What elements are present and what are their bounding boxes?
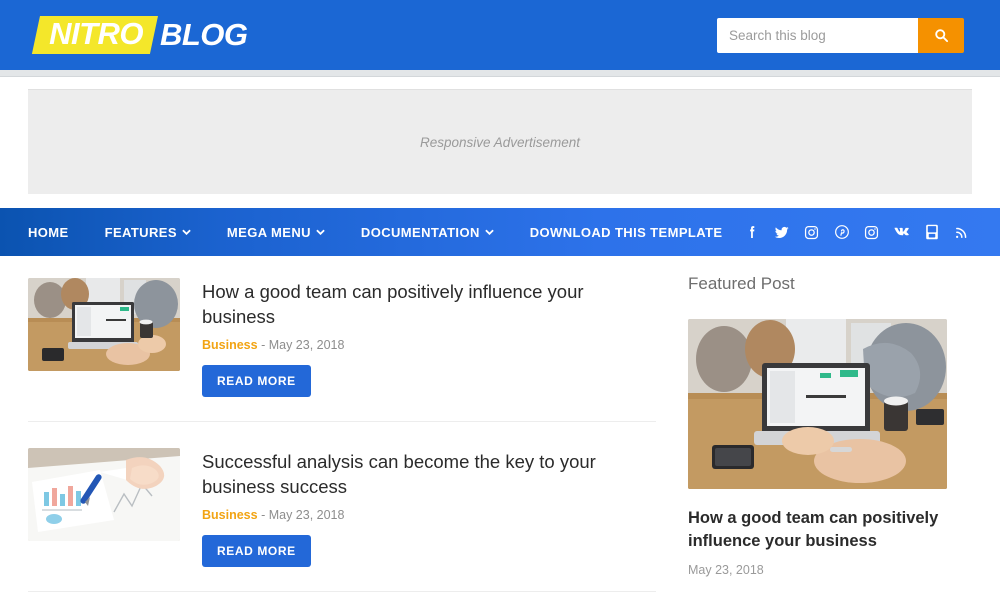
logo-primary-text: NITRO [49, 16, 144, 52]
nav-item-features[interactable]: FEATURES [87, 208, 209, 256]
nav-item-download-this-template[interactable]: DOWNLOAD THIS TEMPLATE [512, 208, 741, 256]
post-list-item: How a good team can positively influence… [28, 256, 656, 422]
vk-icon[interactable] [893, 224, 910, 241]
nav-item-documentation[interactable]: DOCUMENTATION [343, 208, 512, 256]
post-date-separator: - [257, 337, 269, 352]
logo-secondary-text: BLOG [159, 16, 248, 52]
featured-post-date: May 23, 2018 [688, 563, 764, 578]
post-date-separator: - [257, 507, 269, 522]
post-body: Successful analysis can become the key t… [202, 448, 656, 567]
search-button[interactable] [918, 17, 964, 53]
featured-post-thumbnail[interactable] [688, 319, 947, 489]
read-more-button[interactable]: READ MORE [202, 364, 311, 397]
office-laptop-photo [28, 278, 180, 371]
chevron-down-icon [182, 228, 191, 238]
instagram-icon[interactable] [803, 224, 820, 241]
main-navigation: HOME FEATURES MEGA MENU DOCUMENTATION DO… [0, 208, 1000, 256]
nav-item-home[interactable]: HOME [0, 208, 87, 256]
advertisement-placeholder: Responsive Advertisement [28, 89, 972, 194]
instagram-icon[interactable] [863, 224, 880, 241]
header-divider [0, 70, 1000, 77]
post-category[interactable]: Business [202, 508, 258, 522]
post-list: How a good team can positively influence… [28, 256, 656, 592]
nav-item-label: MEGA MENU [226, 224, 311, 240]
search-icon [934, 28, 949, 43]
advertisement-region: Responsive Advertisement [0, 77, 1000, 208]
site-logo[interactable]: NITRO BLOG [32, 16, 248, 54]
social-links [743, 208, 978, 256]
post-date: May 23, 2018 [268, 337, 345, 352]
featured-post-title[interactable]: How a good team can positively influence… [688, 507, 972, 553]
page-content: How a good team can positively influence… [0, 256, 1000, 592]
nav-item-label: HOME [28, 224, 69, 240]
nav-item-mega-menu[interactable]: MEGA MENU [209, 208, 343, 256]
post-category[interactable]: Business [202, 338, 258, 352]
chevron-down-icon [316, 228, 325, 238]
pinterest-icon[interactable] [833, 224, 850, 241]
post-date: May 23, 2018 [268, 507, 345, 522]
post-title[interactable]: How a good team can positively influence… [202, 280, 656, 330]
logo-nitro-badge: NITRO [32, 16, 158, 54]
read-more-button[interactable]: READ MORE [202, 534, 311, 567]
nav-item-list: HOME FEATURES MEGA MENU DOCUMENTATION DO… [0, 208, 740, 256]
nav-item-label: FEATURES [104, 224, 177, 240]
site-header: NITRO BLOG [0, 0, 1000, 70]
office-laptop-photo [688, 319, 947, 489]
advertisement-label: Responsive Advertisement [419, 134, 581, 150]
chart-analysis-photo [28, 447, 180, 541]
post-thumbnail[interactable] [28, 278, 180, 371]
post-body: How a good team can positively influence… [202, 278, 656, 397]
post-thumbnail[interactable] [28, 447, 180, 541]
rss-icon[interactable] [953, 224, 970, 241]
facebook-icon[interactable] [743, 224, 760, 241]
post-meta: Business - May 23, 2018 [202, 508, 656, 522]
featured-post-widget-title: Featured Post [688, 274, 795, 293]
youtube-icon[interactable] [923, 224, 940, 241]
nav-item-label: DOWNLOAD THIS TEMPLATE [529, 224, 723, 240]
twitter-icon[interactable] [773, 224, 790, 241]
search-box[interactable] [717, 17, 964, 53]
post-list-item: Successful analysis can become the key t… [28, 422, 656, 592]
chevron-down-icon [485, 228, 494, 238]
post-title[interactable]: Successful analysis can become the key t… [202, 450, 656, 500]
post-meta: Business - May 23, 2018 [202, 338, 656, 352]
nav-item-label: DOCUMENTATION [360, 224, 480, 240]
search-input[interactable] [717, 17, 918, 53]
sidebar: Featured Post How a good team can positi… [688, 256, 972, 592]
